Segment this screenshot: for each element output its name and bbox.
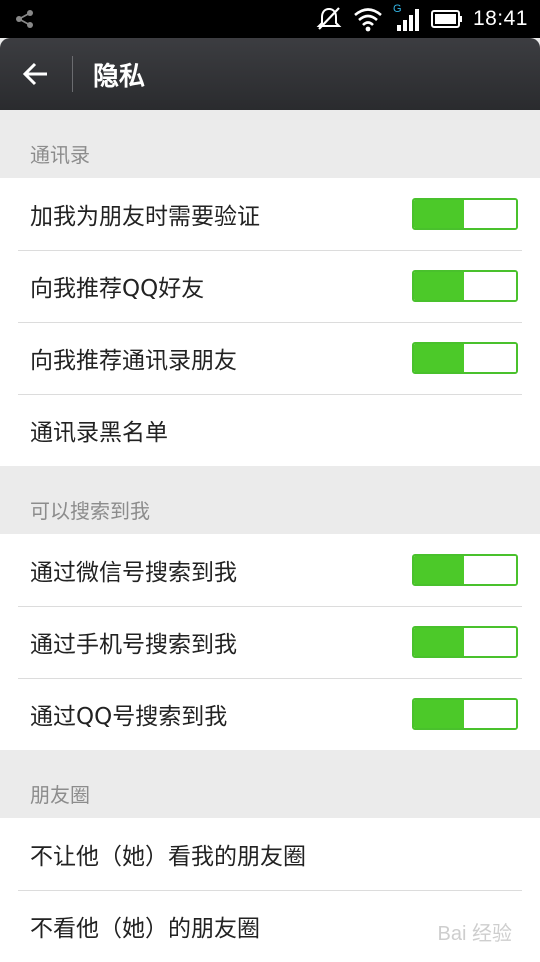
- toggle-switch[interactable]: [412, 626, 518, 658]
- status-bar: G 18:41: [0, 0, 540, 38]
- notifications-off-icon: [315, 5, 343, 33]
- settings-list: 通讯录 加我为朋友时需要验证 向我推荐QQ好友 向我推荐通讯录朋友 通讯录黑名单…: [0, 110, 540, 962]
- toggle-switch[interactable]: [412, 554, 518, 586]
- setting-require-verification[interactable]: 加我为朋友时需要验证: [0, 178, 540, 250]
- toggle-switch[interactable]: [412, 342, 518, 374]
- page-title: 隐私: [93, 56, 145, 93]
- section-header-moments: 朋友圈: [0, 750, 540, 818]
- setting-label: 通过微信号搜索到我: [30, 553, 237, 587]
- section-header-contacts: 通讯录: [0, 110, 540, 178]
- setting-label: 不看他（她）的朋友圈: [30, 909, 260, 943]
- setting-label: 通过手机号搜索到我: [30, 625, 237, 659]
- action-bar-divider: [72, 56, 73, 92]
- status-icons: G 18:41: [315, 0, 528, 38]
- share-icon: [14, 9, 36, 29]
- setting-label: 通过QQ号搜索到我: [30, 697, 227, 731]
- watermark: Bai 经验: [438, 917, 512, 946]
- setting-search-by-wechat-id[interactable]: 通过微信号搜索到我: [0, 534, 540, 606]
- toggle-switch[interactable]: [412, 698, 518, 730]
- setting-recommend-qq-friends[interactable]: 向我推荐QQ好友: [0, 250, 540, 322]
- settings-group-search: 通过微信号搜索到我 通过手机号搜索到我 通过QQ号搜索到我: [0, 534, 540, 750]
- setting-label: 通讯录黑名单: [30, 413, 168, 447]
- setting-recommend-contacts[interactable]: 向我推荐通讯录朋友: [0, 322, 540, 394]
- signal-icon: G: [393, 5, 421, 33]
- settings-group-contacts: 加我为朋友时需要验证 向我推荐QQ好友 向我推荐通讯录朋友 通讯录黑名单: [0, 178, 540, 466]
- setting-label: 加我为朋友时需要验证: [30, 197, 260, 231]
- setting-label: 向我推荐通讯录朋友: [30, 341, 237, 375]
- setting-label: 不让他（她）看我的朋友圈: [30, 837, 306, 871]
- back-button[interactable]: [0, 38, 72, 110]
- toggle-switch[interactable]: [412, 270, 518, 302]
- setting-search-by-phone[interactable]: 通过手机号搜索到我: [0, 606, 540, 678]
- setting-search-by-qq[interactable]: 通过QQ号搜索到我: [0, 678, 540, 750]
- setting-contacts-blacklist[interactable]: 通讯录黑名单: [0, 394, 540, 466]
- setting-hide-my-moments[interactable]: 不让他（她）看我的朋友圈: [0, 818, 540, 890]
- status-time: 18:41: [473, 7, 528, 31]
- arrow-left-icon: [22, 60, 50, 88]
- setting-label: 向我推荐QQ好友: [30, 269, 204, 303]
- wifi-icon: [353, 6, 383, 32]
- battery-icon: [431, 9, 463, 29]
- section-header-search: 可以搜索到我: [0, 466, 540, 534]
- action-bar: 隐私: [0, 38, 540, 110]
- toggle-switch[interactable]: [412, 198, 518, 230]
